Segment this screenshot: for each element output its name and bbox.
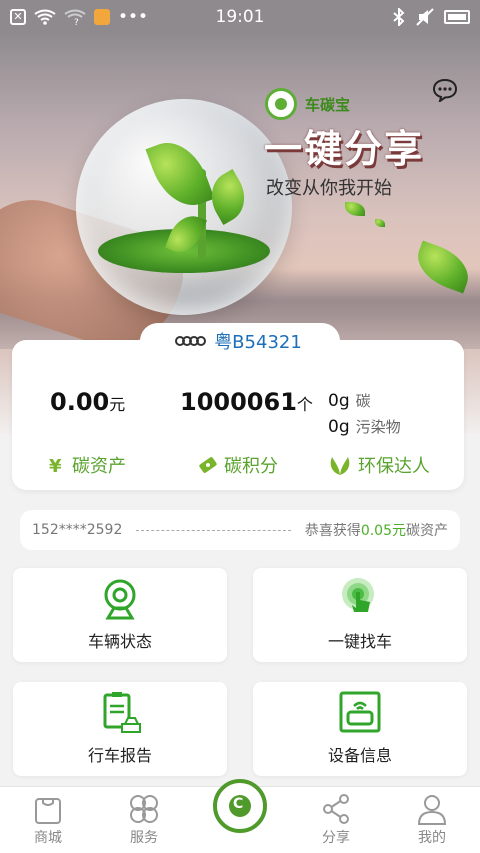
brand-logo: 车碳宝 [265,88,350,120]
points-unit: 个 [296,395,313,414]
points-value: 1000061 [180,388,297,416]
eco-expert-link[interactable]: 环保达人 [328,452,430,478]
device-info-label: 设备信息 [327,746,392,765]
nav-share[interactable]: 分享 [288,787,384,853]
nav-share-label: 分享 [322,830,350,846]
carbon-assets-label: 碳资产 [72,456,126,477]
bluetooth-icon [393,8,405,26]
brand-logo-icon [265,88,297,120]
svg-text:¥: ¥ [49,456,62,475]
find-car-tile[interactable]: 一键找车 [253,568,467,662]
app-notification-icon [94,9,110,25]
carbon-points-link[interactable]: 碳积分 [198,452,278,478]
plate-number: 粤B54321 [214,332,302,353]
trip-report-label: 行车报告 [87,746,152,765]
home-logo-icon [213,779,267,833]
vehicle-plate-tab[interactable]: 粤B54321 [140,323,340,359]
floating-leaf [375,219,385,227]
money-value: 0.00 [50,388,110,416]
ticker-phone: 152****2592 [32,522,123,538]
share-icon [323,794,349,824]
wifi-icon [34,9,56,25]
carbon-assets-link[interactable]: ¥ 碳资产 [46,452,126,478]
nav-service[interactable]: 服务 [96,787,192,853]
nav-service-label: 服务 [130,830,158,846]
device-icon [339,691,381,733]
ticker-message: 恭喜获得0.05元碳资产 [304,523,448,539]
money-stat: 0.00元 [50,388,125,416]
reward-ticker: 152****2592 恭喜获得0.05元碳资产 [20,510,460,550]
nav-shop[interactable]: 商城 [0,787,96,853]
trip-report-tile[interactable]: 行车报告 [13,682,227,776]
vehicle-status-tile[interactable]: 车辆状态 [13,568,227,662]
floating-leaf [345,202,365,216]
nav-mine-label: 我的 [418,830,446,846]
more-notifications-icon: ••• [118,7,149,27]
mute-icon [416,8,434,26]
wifi-unknown-icon: ? [64,9,86,25]
carbon-amount: 0g 碳 [328,391,371,411]
tap-signal-icon [342,578,374,612]
find-car-label: 一键找车 [327,632,392,651]
hero-slogan: 一键分享 [264,127,425,171]
points-stat: 1000061个 [180,388,313,416]
report-icon [103,692,141,733]
summary-card: 0.00元 1000061个 0g 碳 0g 污染物 ¥ 碳资产 碳积分 环保达人 [12,340,464,490]
hero-sub-slogan: 改变从你我开始 [266,178,392,199]
device-info-tile[interactable]: 设备信息 [253,682,467,776]
carbon-points-label: 碳积分 [224,456,278,477]
vehicle-status-label: 车辆状态 [87,632,152,651]
plant-bubble-image [76,99,292,315]
ticket-icon [199,457,217,473]
eco-expert-label: 环保达人 [358,456,430,477]
status-bar: ✕ ? ••• 19:01 [0,0,480,34]
battery-icon [444,10,470,24]
message-icon[interactable] [432,78,458,102]
close-notification-icon: ✕ [10,9,26,25]
shopping-bag-icon [35,798,61,824]
pollutant-amount: 0g 污染物 [328,417,401,437]
nav-shop-label: 商城 [34,830,62,846]
svg-text:?: ? [74,18,79,25]
yuan-icon: ¥ [49,456,62,475]
leaf-icon [330,457,350,475]
audi-logo-icon [175,336,207,346]
camera-icon [104,579,136,620]
nav-mine[interactable]: 我的 [384,787,480,853]
nav-home[interactable] [192,779,288,853]
money-unit: 元 [109,395,126,414]
clover-icon [130,795,158,823]
brand-name: 车碳宝 [305,95,351,114]
bottom-navigation: 商城 服务 分享 我的 [0,779,480,853]
user-icon [417,795,447,825]
